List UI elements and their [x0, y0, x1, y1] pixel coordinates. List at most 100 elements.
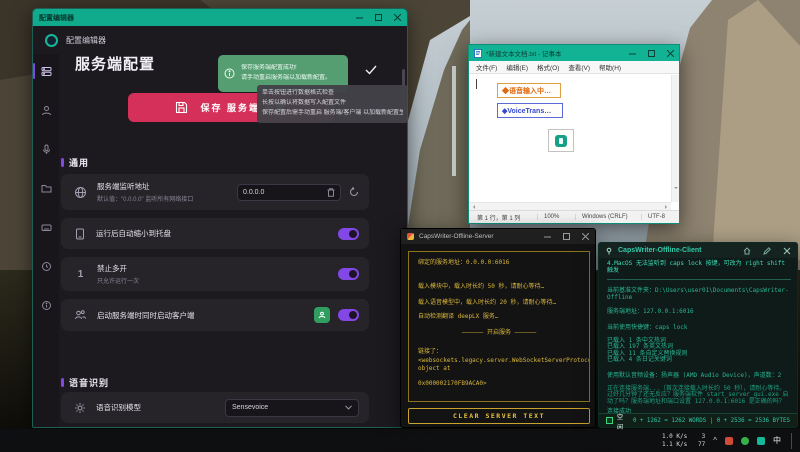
folder-icon: [41, 183, 52, 194]
minimize-tray-toggle[interactable]: [338, 228, 359, 240]
server-log-line: 绑定的服务地址：0.0.0.0:6016: [418, 259, 580, 267]
server-log-line: 载入语音模型中，载入时长约 20 秒，请耐心等待…: [418, 299, 580, 307]
gear-icon: [74, 402, 86, 414]
tray-expander[interactable]: ^: [713, 436, 717, 445]
close-icon[interactable]: [582, 233, 589, 240]
sidebar-item-hotkeys[interactable]: [33, 216, 59, 238]
scroll-right-arrow[interactable]: [665, 205, 669, 209]
minimize-icon[interactable]: [629, 50, 636, 57]
notepad-menubar: 文件(F) 编辑(E) 格式(O) 查看(V) 帮助(H): [469, 61, 679, 74]
confirm-check-icon[interactable]: [365, 65, 377, 75]
tooltip-line: 单击按钮进行数据格式检查: [262, 89, 403, 99]
sidebar-item-history[interactable]: [33, 255, 59, 277]
ime-indicator[interactable]: 中: [773, 435, 781, 446]
client-launch-button[interactable]: [314, 307, 330, 323]
client-count-line: 已载入 4 条日记关键词: [607, 357, 791, 364]
server-log-line: 0x000002170FB9ACA0>: [418, 380, 580, 388]
edit-icon[interactable]: [763, 247, 771, 255]
sidebar-item-files[interactable]: [33, 177, 59, 199]
section-general: 通用: [61, 156, 89, 169]
sidebar-item-about[interactable]: [33, 294, 59, 316]
single-instance-toggle[interactable]: [338, 268, 359, 280]
tooltip-line: 保存配置后需手动重启 服务端/客户端 以加载新配置生效: [262, 109, 403, 119]
single-instance-label: 禁止多开: [97, 263, 139, 274]
minimize-icon[interactable]: [356, 14, 363, 21]
mic-icon: [41, 144, 52, 155]
maximize-icon[interactable]: [375, 14, 382, 21]
menu-format[interactable]: 格式(O): [537, 62, 559, 72]
client-divider: [607, 279, 791, 280]
config-editor-window: 配置编辑器 配置编辑器: [32, 8, 408, 428]
info-icon: [41, 300, 52, 311]
notepad-vertical-scrollbar[interactable]: [671, 75, 679, 202]
server-console-window: CapsWriter-Offline-Server 绑定的服务地址：0.0.0.…: [400, 228, 596, 428]
home-icon[interactable]: [743, 247, 751, 255]
menu-view[interactable]: 查看(V): [568, 62, 590, 72]
net-down-speed: 1.1 K/s: [662, 441, 687, 448]
maximize-icon[interactable]: [648, 50, 655, 57]
tray-icon-green[interactable]: [741, 437, 749, 445]
menu-edit[interactable]: 编辑(E): [506, 62, 528, 72]
mini-user-icon: [318, 311, 326, 319]
client-note: 4.MacOS 无法监听到 caps lock 按键，可改为 right shi…: [607, 261, 791, 274]
menu-file[interactable]: 文件(F): [476, 62, 497, 72]
listen-address-desc: 默认值："0.0.0.0" 监听所有网络接口: [97, 194, 193, 203]
autostart-client-toggle[interactable]: [338, 309, 359, 321]
reset-icon[interactable]: [349, 187, 359, 197]
save-floppy-icon: [175, 101, 188, 114]
scroll-left-arrow[interactable]: [471, 205, 475, 209]
idle-indicator-icon: [606, 417, 613, 424]
capswriter-indicator-overlay: [548, 129, 574, 152]
listen-address-label: 服务端监听地址: [97, 181, 193, 192]
notepad-horizontal-scrollbar[interactable]: [469, 202, 671, 210]
clear-server-text-button[interactable]: CLEAR SERVER TEXT: [408, 408, 590, 424]
taskbar: 1.0 K/s 3 1.1 K/s 77 ^ 中: [0, 429, 800, 452]
tray-icon-red[interactable]: [725, 437, 733, 445]
section-accent-bar: [61, 158, 64, 167]
tooltip-line: 长按以确认将数据写入配置文件: [262, 99, 403, 109]
client-stats: 0 + 1262 = 1262 WORDS | 0 + 2536 = 2536 …: [633, 418, 790, 424]
tray-icon: [74, 228, 86, 240]
client-log-line: 服务端地址：127.0.0.1:6016: [607, 309, 791, 316]
clock-icon: [41, 261, 52, 272]
network-monitor[interactable]: 1.0 K/s 3 1.1 K/s 77: [662, 433, 705, 448]
server-log-line: 自动检测翻译 deepLX 服务…: [418, 313, 580, 321]
client-log-line: 当前使用快捷键：caps lock: [607, 325, 791, 332]
listen-address-input[interactable]: 0.0.0.0: [237, 184, 341, 201]
config-sidebar: [33, 54, 59, 427]
sidebar-item-server[interactable]: [33, 60, 59, 82]
client-status-label: 空闲: [617, 411, 629, 431]
sidebar-item-client[interactable]: [33, 99, 59, 121]
notepad-window: *新建文本文档.txt - 记事本 文件(F) 编辑(E) 格式(O) 查看(V…: [468, 44, 680, 224]
page-title: 服务端配置: [75, 53, 155, 74]
sidebar-item-voice[interactable]: [33, 138, 59, 160]
section-accent-bar: [61, 378, 64, 387]
server-log-line: 载入模块中，载入时长约 50 秒，请耐心等待…: [418, 283, 580, 291]
asr-model-select[interactable]: Sensevoice: [225, 399, 359, 417]
save-button-tooltip: 单击按钮进行数据格式检查 长按以确认将数据写入配置文件 保存配置后需手动重启 服…: [257, 85, 408, 123]
server-window-title: CapsWriter-Offline-Server: [419, 233, 494, 240]
tray-icon-capswriter[interactable]: [757, 437, 765, 445]
server-log-line: 链接了：<websockets.legacy.server.WebSocketS…: [418, 348, 580, 372]
server-log-panel: 绑定的服务地址：0.0.0.0:6016 载入模块中，载入时长约 50 秒，请耐…: [408, 251, 590, 402]
minimize-icon[interactable]: [544, 233, 551, 240]
voicetrans-overlay-text: ◆VoiceTrans…: [502, 107, 551, 115]
maximize-icon[interactable]: [563, 233, 570, 240]
voice-input-overlay: ◆语音输入中…: [497, 83, 561, 98]
one-icon: 1: [74, 269, 87, 280]
server-app-icon: [407, 233, 414, 240]
clear-input-icon[interactable]: [327, 188, 335, 197]
card-minimize-tray: 运行后自动缩小到托盘: [61, 218, 369, 249]
notepad-statusbar: 第 1 行，第 1 列 100% Windows (CRLF) UTF-8: [469, 210, 679, 223]
capswriter-icon: [555, 135, 567, 147]
show-desktop-edge[interactable]: [791, 433, 794, 449]
close-icon[interactable]: [783, 247, 791, 255]
app-header: 配置编辑器: [33, 26, 407, 54]
close-icon[interactable]: [667, 50, 674, 57]
menu-help[interactable]: 帮助(H): [599, 62, 621, 72]
close-icon[interactable]: [394, 14, 401, 21]
users-icon: [74, 309, 87, 321]
section-asr-label: 语音识别: [69, 376, 109, 389]
zoom-level: 100%: [537, 214, 575, 220]
toast-line1: 保存服务端配置成功!: [241, 64, 331, 74]
